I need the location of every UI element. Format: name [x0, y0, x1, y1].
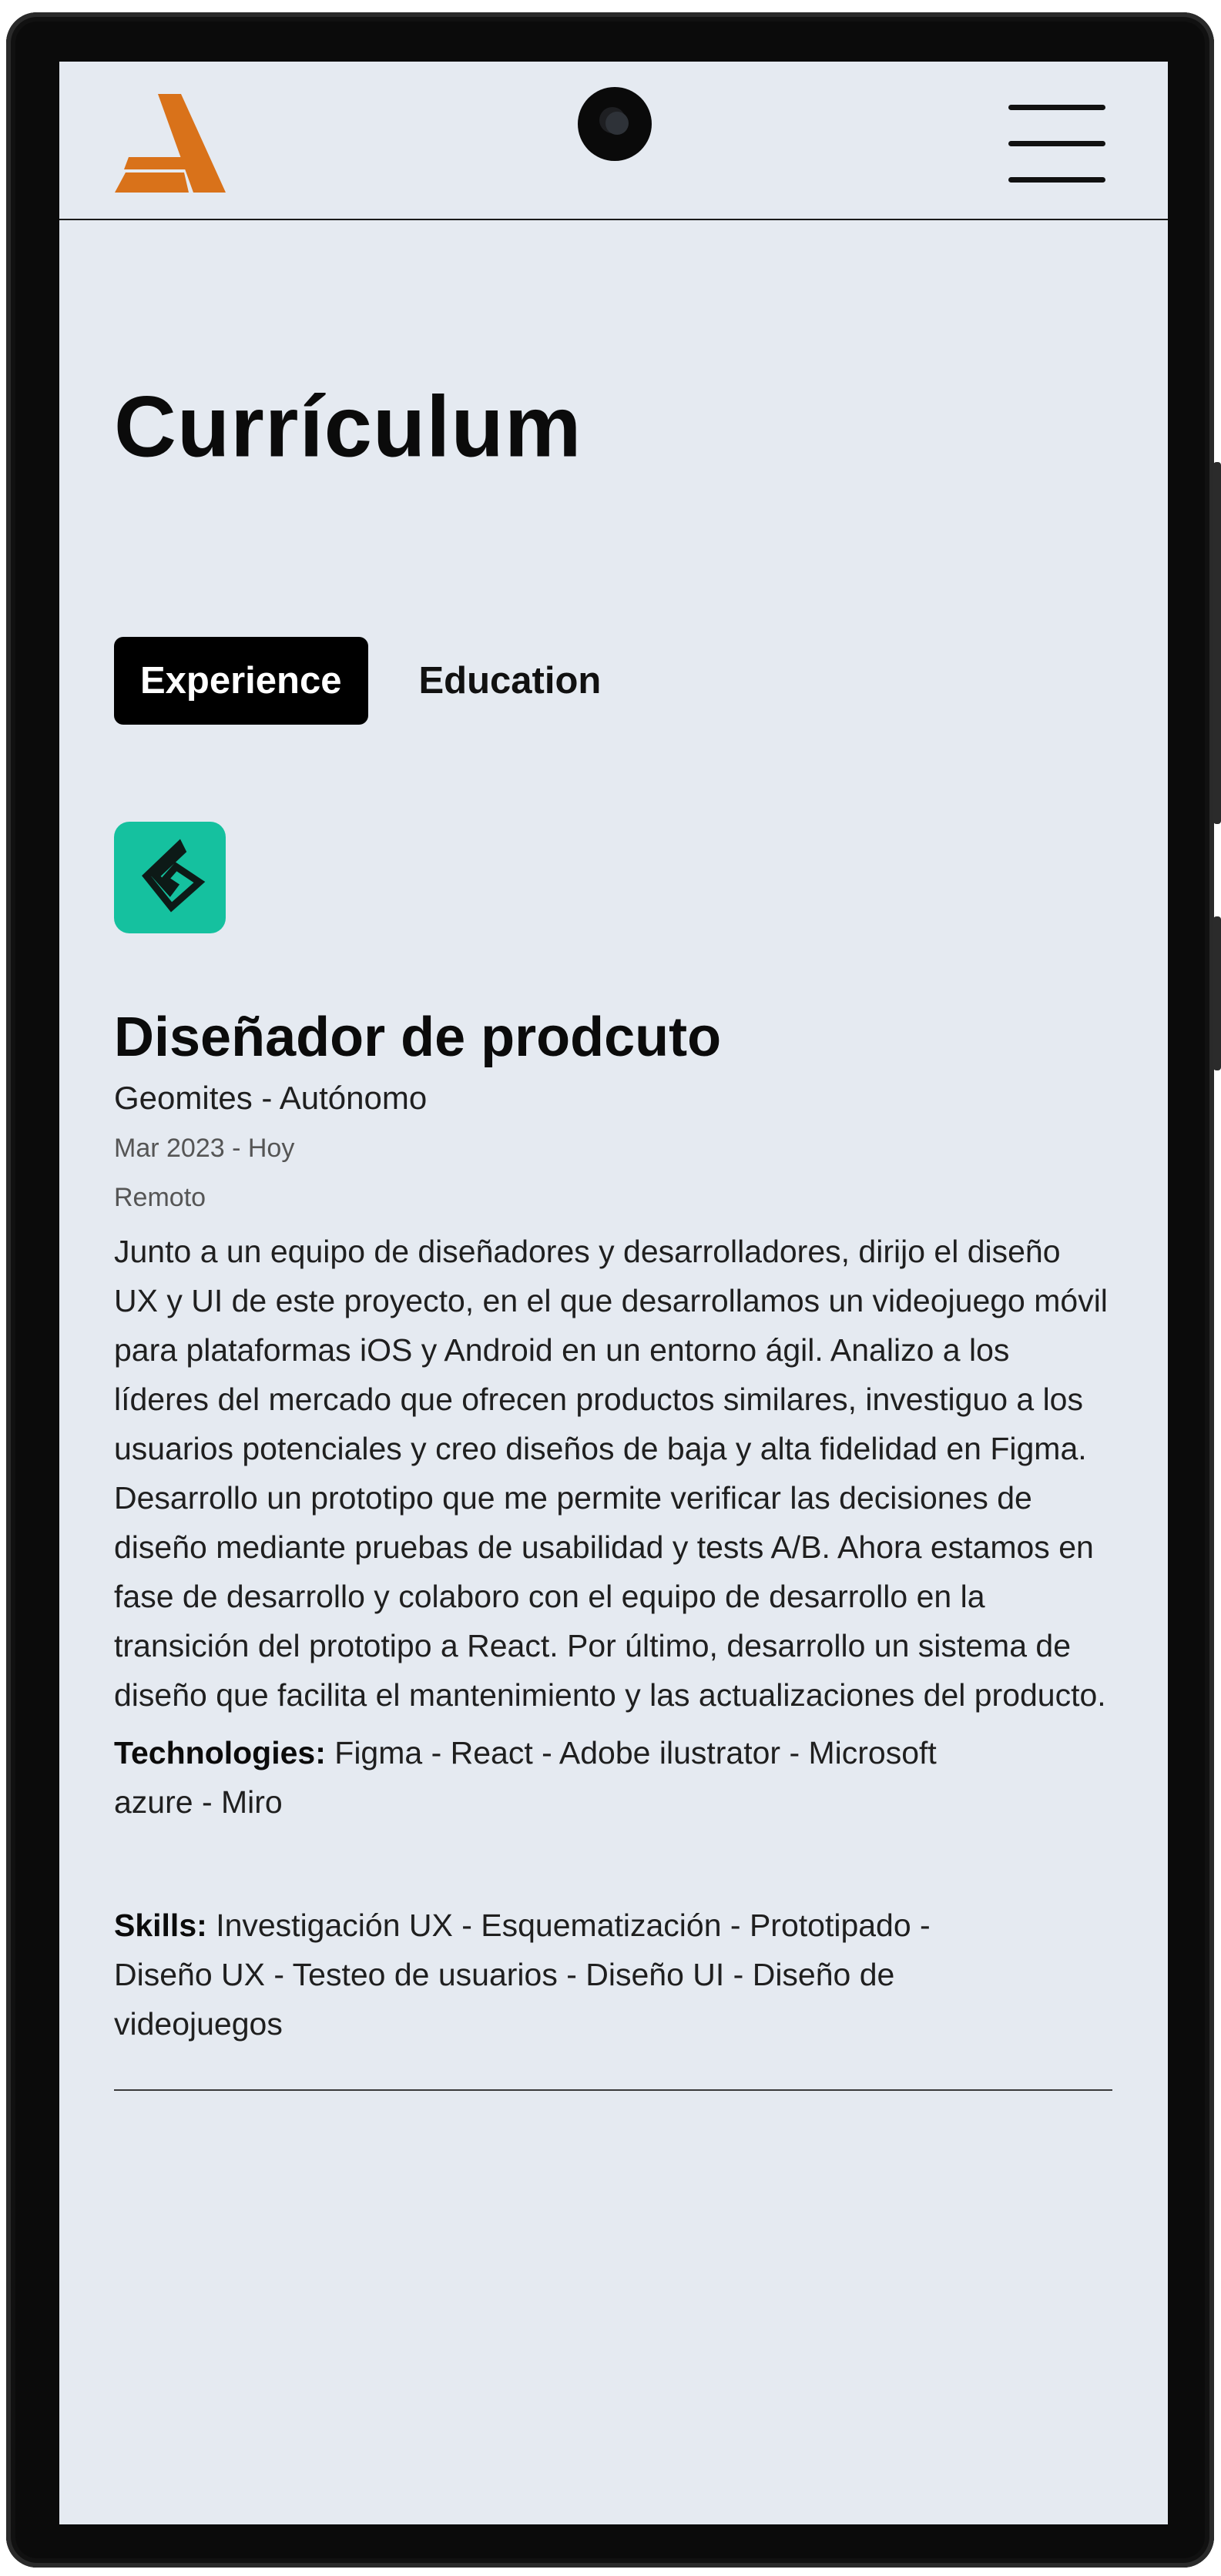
job-title: Diseñador de prodcuto [114, 1007, 722, 1068]
volume-button [1213, 462, 1221, 824]
job-location: Remoto [114, 1183, 206, 1212]
technologies-line: Technologies: Figma - React - Adobe ilus… [114, 1728, 961, 1827]
power-button [1213, 916, 1221, 1070]
tab-experience[interactable]: Experience [114, 637, 368, 725]
screen: Currículum Experience Education Diseñado… [59, 62, 1168, 2524]
skills-label: Skills: [114, 1908, 207, 1943]
section-divider [114, 2089, 1112, 2091]
page-title: Currículum [114, 378, 582, 475]
technologies-label: Technologies: [114, 1735, 326, 1770]
geomites-logo-icon [142, 839, 206, 913]
curriculum-tabs: Experience Education [114, 637, 627, 725]
skills-list: Investigación UX - Esquematización - Pro… [114, 1908, 931, 2042]
company-name: Geomites - Autónomo [114, 1080, 428, 1116]
top-navigation-bar [59, 62, 1168, 220]
employment-dates: Mar 2023 - Hoy [114, 1134, 295, 1163]
company-logo [114, 822, 226, 933]
brand-a-logo-icon [115, 94, 226, 193]
front-camera [578, 87, 652, 161]
hamburger-menu-icon[interactable] [1007, 99, 1107, 189]
brand-logo[interactable] [113, 92, 226, 194]
job-description: Junto a un equipo de diseñadores y desar… [114, 1234, 1108, 1713]
skills-line: Skills: Investigación UX - Esquematizaci… [114, 1901, 961, 2048]
tab-education[interactable]: Education [393, 637, 628, 725]
